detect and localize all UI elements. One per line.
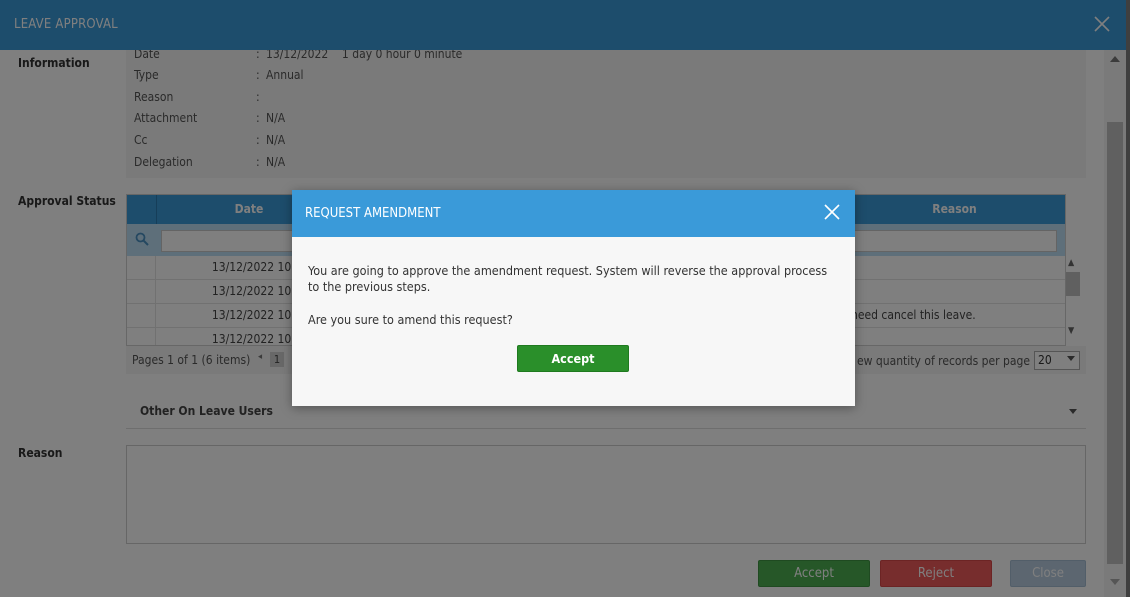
- dialog-close-button[interactable]: [823, 203, 841, 221]
- dialog-question: Are you sure to amend this request?: [308, 312, 513, 327]
- dialog-message: You are going to approve the amendment r…: [308, 263, 828, 294]
- dialog-accept-button[interactable]: Accept: [517, 345, 629, 372]
- dialog-header: REQUEST AMENDMENT: [292, 190, 855, 237]
- dialog-title: REQUEST AMENDMENT: [305, 206, 441, 221]
- close-icon: [824, 204, 840, 220]
- request-amendment-dialog: REQUEST AMENDMENT You are going to appro…: [292, 190, 855, 406]
